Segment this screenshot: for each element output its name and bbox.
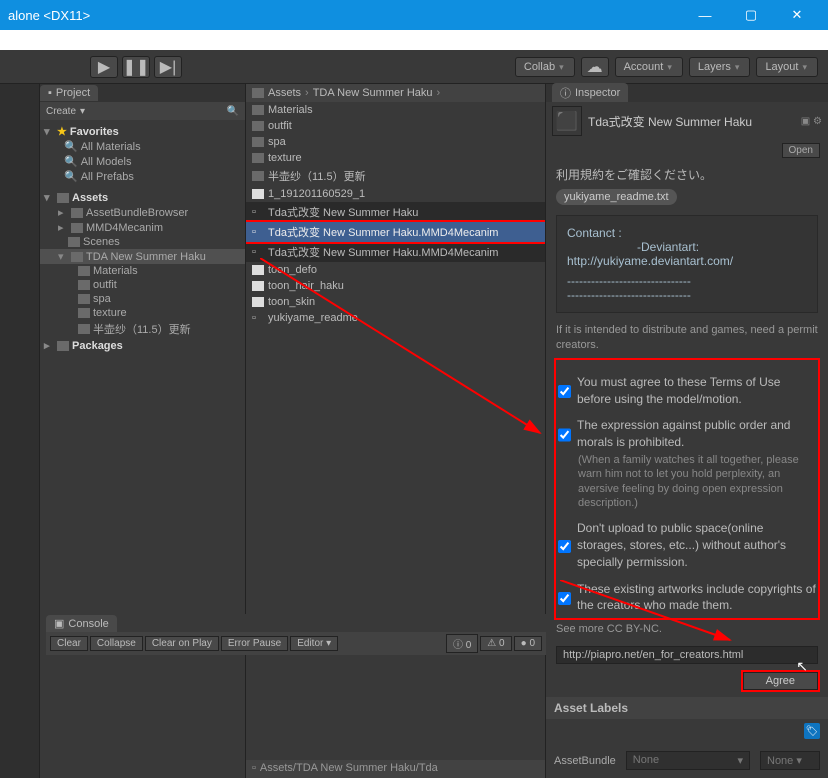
assetbundle-variant[interactable]: None ▾	[760, 751, 820, 770]
agree-text-3: Don't upload to public space(online stor…	[577, 520, 816, 570]
create-menu[interactable]: Create	[46, 106, 76, 117]
agree-text-2: The expression against public order and …	[577, 417, 816, 451]
list-item[interactable]: toon_hair_haku	[246, 278, 545, 294]
tag-icon[interactable]: 🏷	[804, 723, 820, 739]
close-button[interactable]: ✕	[774, 0, 820, 30]
list-item[interactable]: ▫Tda式改变 New Summer Haku	[246, 202, 545, 222]
folder-scenes[interactable]: Scenes	[40, 235, 245, 249]
pause-button[interactable]: ❚❚	[122, 56, 150, 78]
collapse-button[interactable]: Collapse	[90, 636, 143, 651]
cc-text: See more CC BY-NC.	[556, 622, 818, 637]
project-tree[interactable]: ▾★Favorites 🔍All Materials 🔍All Models 🔍…	[40, 120, 245, 778]
file-list[interactable]: Materials outfit spa texture 半壶纱（11.5）更新…	[246, 102, 545, 760]
play-button[interactable]: ▶	[90, 56, 118, 78]
clear-button[interactable]: Clear	[50, 636, 88, 651]
folder-outfit[interactable]: outfit	[40, 278, 245, 292]
fav-all-materials[interactable]: 🔍All Materials	[40, 139, 245, 154]
terms-heading: 利用規約をご確認ください。	[556, 166, 818, 183]
fav-all-models[interactable]: 🔍All Models	[40, 154, 245, 169]
folder-materials[interactable]: Materials	[40, 264, 245, 278]
window-title: alone <DX11>	[8, 8, 90, 23]
asset-path: ▫Assets/TDA New Summer Haku/Tda	[246, 760, 545, 778]
asset-icon: ⬛	[552, 106, 582, 136]
folder-texture[interactable]: texture	[40, 306, 245, 320]
search-icon[interactable]: 🔍	[227, 106, 239, 117]
agree-checkbox-2[interactable]	[558, 419, 571, 451]
breadcrumb[interactable]: Assets › TDA New Summer Haku ›	[246, 84, 545, 102]
list-item[interactable]: 1_191201160529_1	[246, 186, 545, 202]
editor-dropdown[interactable]: Editor ▾	[290, 636, 338, 651]
readme-pill[interactable]: yukiyame_readme.txt	[556, 189, 677, 205]
asset-labels-header: Asset Labels	[546, 697, 828, 719]
folder-assetbundlebrowser[interactable]: ▸AssetBundleBrowser	[40, 205, 245, 220]
assetbundle-label: AssetBundle	[554, 755, 616, 767]
maximize-button[interactable]: ▢	[728, 0, 774, 30]
agree-checkbox-1[interactable]	[558, 376, 571, 408]
list-item-selected[interactable]: ▫Tda式改变 New Summer Haku.MMD4Mecanim	[246, 222, 545, 242]
folder-mmd4mecanim[interactable]: ▸MMD4Mecanim	[40, 220, 245, 235]
collab-dropdown[interactable]: Collab	[515, 57, 575, 77]
warn-count[interactable]: ⚠ 0	[480, 636, 511, 651]
agree-text-1: You must agree to these Terms of Use bef…	[577, 374, 816, 408]
terms-link[interactable]: http://piapro.net/en_for_creators.html	[556, 646, 818, 664]
folder-spa[interactable]: spa	[40, 292, 245, 306]
list-item[interactable]: toon_skin	[246, 294, 545, 310]
cloud-icon[interactable]: ☁	[581, 57, 609, 77]
account-dropdown[interactable]: Account	[615, 57, 683, 77]
open-button[interactable]: Open	[782, 143, 820, 158]
list-item[interactable]: outfit	[246, 118, 545, 134]
agree-subtext-2: (When a family watches it all together, …	[578, 453, 816, 510]
list-item[interactable]: toon_defo	[246, 262, 545, 278]
list-item[interactable]: 半壶纱（11.5）更新	[246, 166, 545, 186]
step-button[interactable]: ▶|	[154, 56, 182, 78]
star-icon: ★	[57, 125, 67, 138]
asset-title: Tda式改变 New Summer Haku	[588, 113, 795, 130]
layers-dropdown[interactable]: Layers	[689, 57, 751, 77]
list-item[interactable]: texture	[246, 150, 545, 166]
agree-checkbox-4[interactable]	[558, 583, 571, 615]
info-count[interactable]: ⓘ 0	[446, 634, 478, 653]
agree-checkbox-3[interactable]	[558, 522, 571, 570]
console-tab[interactable]: ▣ Console	[46, 615, 117, 632]
project-tab[interactable]: ▪ Project	[40, 85, 98, 101]
layout-dropdown[interactable]: Layout	[756, 57, 818, 77]
list-item[interactable]: ▫Tda式改变 New Summer Haku.MMD4Mecanim	[246, 242, 545, 262]
folder-icon	[57, 193, 69, 203]
list-item[interactable]: Materials	[246, 102, 545, 118]
folder-tda[interactable]: ▾TDA New Summer Haku	[40, 249, 245, 264]
assetbundle-select[interactable]: None ▾	[626, 751, 750, 770]
error-count[interactable]: ● 0	[514, 636, 542, 651]
error-pause-button[interactable]: Error Pause	[221, 636, 288, 651]
folder-banhusha[interactable]: 半壶纱（11.5）更新	[40, 320, 245, 338]
fav-all-prefabs[interactable]: 🔍All Prefabs	[40, 169, 245, 184]
minimize-button[interactable]: —	[682, 0, 728, 30]
cursor-icon: ↖	[796, 658, 808, 675]
list-item[interactable]: spa	[246, 134, 545, 150]
terms-intro: If it is intended to distribute and game…	[556, 323, 818, 354]
inspector-tab[interactable]: ⓘ Inspector	[552, 83, 628, 103]
clear-on-play-button[interactable]: Clear on Play	[145, 636, 219, 651]
contact-box: Contanct : -Deviantart: http://yukiyame.…	[556, 215, 818, 313]
console-panel: ▣ Console Clear Collapse Clear on Play E…	[46, 614, 546, 655]
agree-text-4: These existing artworks include copyrigh…	[577, 581, 816, 615]
list-item[interactable]: ▫yukiyame_readme	[246, 310, 545, 326]
